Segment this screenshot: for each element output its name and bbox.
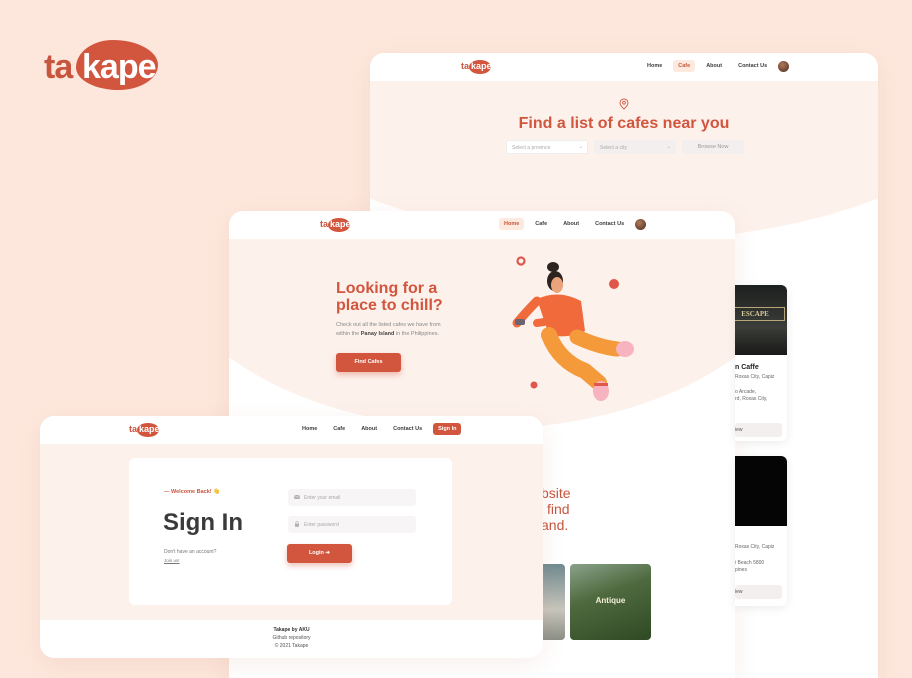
lock-icon [295,521,299,527]
find-cafes-button[interactable]: Find Cafes [336,353,401,372]
nav-home[interactable]: Home [642,60,667,72]
hero-illustration [512,256,634,401]
location-photo-antique[interactable]: Antique [570,564,651,640]
nav-contact[interactable]: Contact Us [388,423,427,435]
navbar: ta kape Home Cafe About Contact Us [229,211,735,239]
location-photo-waterfall[interactable] [540,564,565,640]
footer: Takape by AKU Github repository © 2021 T… [40,626,543,650]
location-pin-icon [619,98,629,110]
view-button[interactable]: iew [735,423,782,437]
page-title: Find a list of cafes near you [518,115,730,132]
deco-swirl [609,279,619,289]
no-account-text: Don't have an account? [164,549,217,555]
signin-heading: Sign In [163,509,243,536]
nav-cafe[interactable]: Cafe [673,60,696,72]
nav-logo[interactable]: ta kape [129,423,160,437]
footer-title: Takape by AKU [273,627,310,633]
footer-copyright: © 2021 Takape [274,643,309,649]
logo-text-kape: kape [82,48,156,86]
photo-label: Antique [595,596,626,605]
deco-ring [516,256,526,266]
brand-logo: ta kape [44,38,164,94]
hero-description: Check out all the listed cafes we have f… [336,322,441,337]
nav-about[interactable]: About [701,60,727,72]
cafe-name: n Caffe [735,364,759,371]
hero-background [229,239,735,429]
nav-signin-button[interactable]: Sign In [433,423,462,435]
cafe-card[interactable]: Roxas City, Capiz i Beach 5800 pines iew [735,456,787,606]
signin-form-panel: — Welcome Back! 👋 Sign In Don't have an … [129,458,452,605]
province-select[interactable]: Select a province ⌄ [506,140,588,154]
email-input[interactable]: Enter your email [288,489,416,506]
hero-heading: Looking for a place to chill? [336,280,443,314]
nav-contact[interactable]: Contact Us [733,60,772,72]
chevron-down-icon: ⌄ [666,144,671,150]
nav-contact[interactable]: Contact Us [590,218,629,230]
chevron-down-icon: ⌄ [578,144,583,150]
navbar: ta kape Home Cafe About Contact Us Sign I… [40,416,543,444]
nav-about[interactable]: About [356,423,382,435]
nav-home[interactable]: Home [297,423,322,435]
nav-cafe[interactable]: Cafe [530,218,552,230]
navbar: ta kape Home Cafe About Contact Us [370,53,878,81]
about-tagline: bsite find and. [541,485,571,533]
cafe-image: ESCAPE [735,285,787,355]
mail-icon [294,494,300,499]
password-input[interactable]: Enter password [288,516,416,533]
nav-home[interactable]: Home [499,218,525,230]
cafe-image [735,456,787,526]
nav-about[interactable]: About [558,218,584,230]
user-avatar[interactable] [635,218,647,230]
logo-text-ta: ta [44,48,73,86]
city-select[interactable]: Select a city ⌄ [594,140,676,154]
nav-logo[interactable]: ta kape [320,218,351,232]
join-us-link[interactable]: Join us! [164,558,180,563]
login-button[interactable]: Login ➔ [287,544,352,563]
nav-cafe[interactable]: Cafe [328,423,350,435]
welcome-text: — Welcome Back! 👋 [164,489,220,495]
signin-page-window: ta kape Home Cafe About Contact Us Sign I… [40,416,543,658]
user-avatar[interactable] [778,60,790,72]
footer-repo-link[interactable]: Github repository [40,634,543,642]
view-button[interactable]: iew [735,585,782,599]
cafe-card[interactable]: ESCAPE n Caffe Roxas City, Capiz o Arcad… [735,285,787,441]
browse-now-button[interactable]: Browse Now [682,140,744,154]
nav-logo[interactable]: ta kape [461,60,492,74]
